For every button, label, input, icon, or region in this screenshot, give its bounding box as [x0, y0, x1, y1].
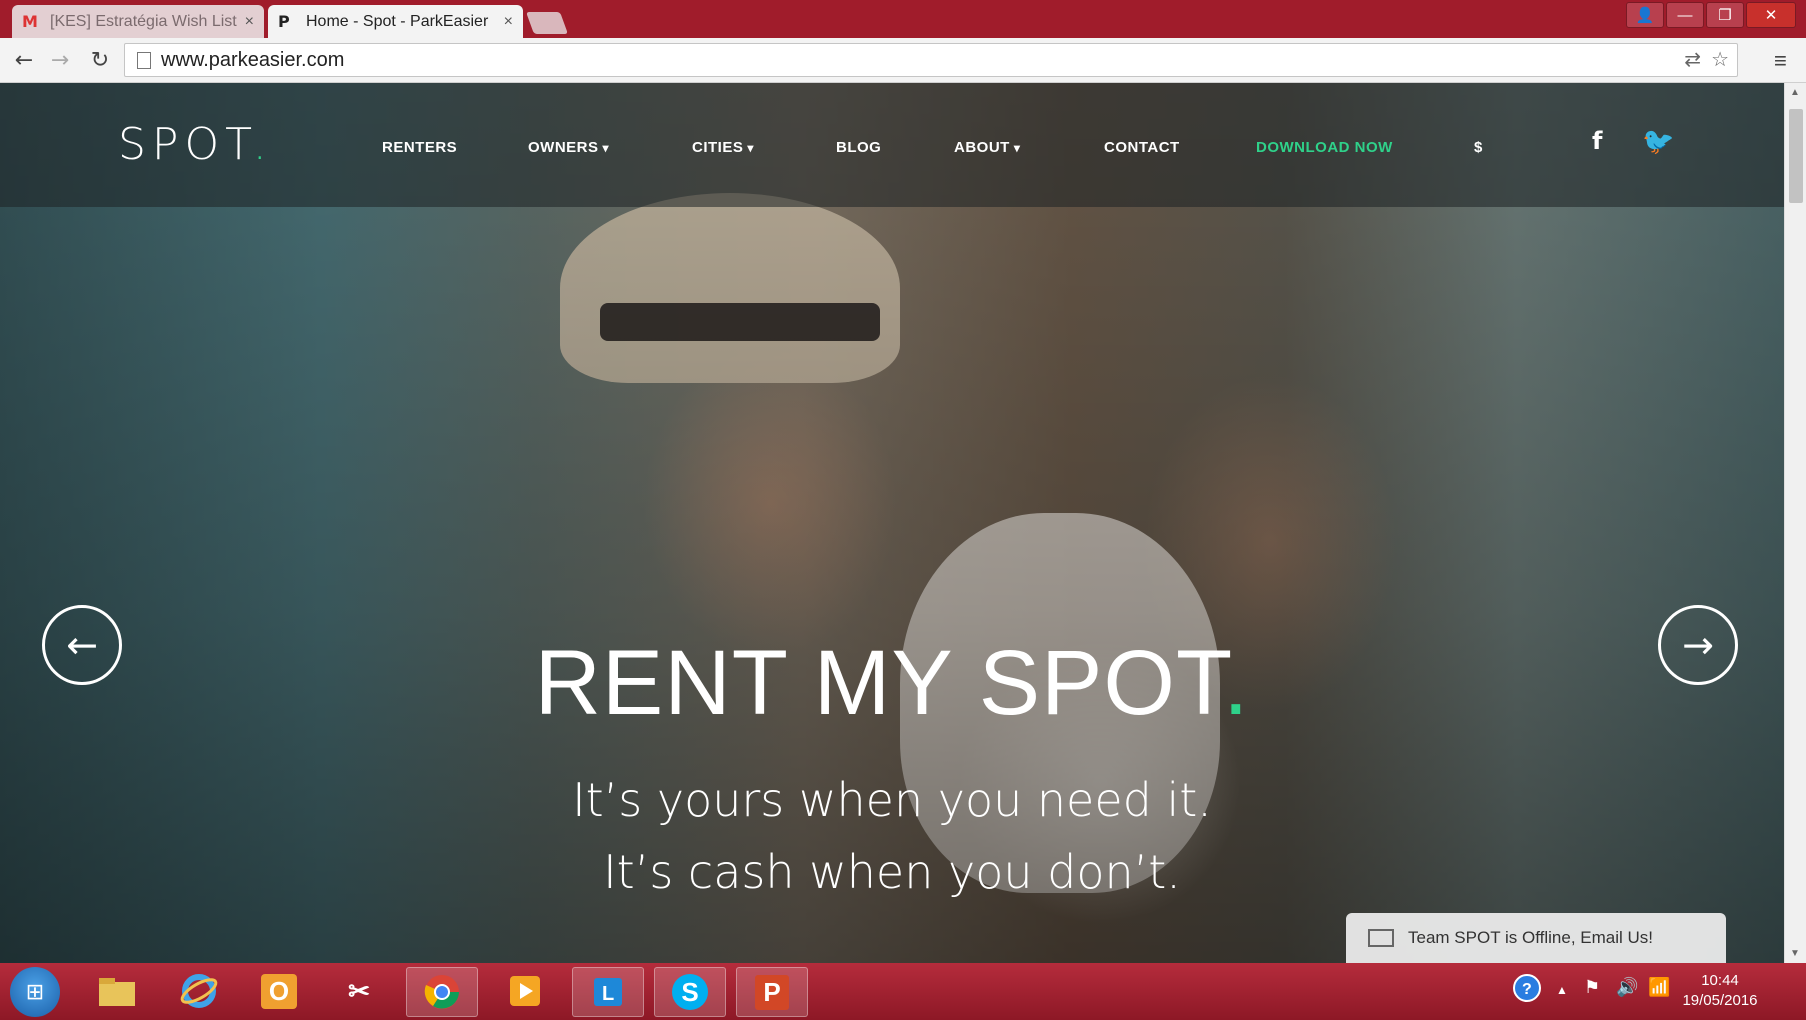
gmail-icon: M — [22, 12, 38, 31]
logo-text: SPOT — [118, 119, 253, 170]
clock-time: 10:44 — [1701, 972, 1739, 989]
page-scrollbar[interactable]: ▲ ▼ — [1784, 83, 1806, 963]
page-icon — [137, 51, 151, 69]
powerpoint-label: P — [755, 974, 789, 1010]
browser-menu-icon[interactable]: ≡ — [1774, 48, 1796, 74]
nav-label: DOWNLOAD NOW — [1256, 139, 1393, 156]
chevron-down-icon: ▾ — [1013, 141, 1021, 155]
nav-owners[interactable]: OWNERS ▾ — [528, 139, 609, 156]
window-controls: 👤 — ❐ ✕ — [1624, 2, 1796, 28]
tray-expand-icon[interactable]: ▲ — [1556, 983, 1568, 997]
minimize-button[interactable]: — — [1666, 2, 1704, 28]
snipping-tool-icon[interactable]: ✂ — [324, 967, 394, 1015]
nav-label: CONTACT — [1104, 139, 1180, 156]
close-window-button[interactable]: ✕ — [1746, 2, 1796, 28]
media-player-icon[interactable] — [490, 967, 560, 1015]
back-button[interactable]: ← — [10, 46, 38, 74]
hero-title-dot: . — [1222, 632, 1250, 734]
scroll-up-icon[interactable]: ▲ — [1790, 87, 1800, 98]
system-clock[interactable]: 10:44 19/05/2016 — [1660, 971, 1780, 1011]
tab-parkeasier[interactable]: P Home - Spot - ParkEasier × — [268, 5, 523, 38]
new-tab-button[interactable] — [525, 12, 569, 34]
facebook-icon[interactable]: f — [1592, 127, 1602, 155]
nav-label: BLOG — [836, 139, 882, 156]
hero-title-text: RENT MY SPOT — [534, 632, 1223, 734]
nav-blog[interactable]: BLOG — [836, 139, 881, 156]
nav-label: OWNERS — [528, 139, 599, 156]
windows-start-button[interactable]: ⊞ — [10, 967, 60, 1017]
browser-titlebar: M [KES] Estratégia Wish List × P Home - … — [0, 0, 1806, 38]
reload-button[interactable]: ↻ — [86, 46, 114, 74]
nav-contact[interactable]: CONTACT — [1104, 139, 1180, 156]
svg-text:?: ? — [1522, 981, 1532, 998]
outlook-label: O — [260, 973, 298, 1009]
hero-photo-overlay — [0, 83, 1784, 963]
nav-cities[interactable]: CITIES ▾ — [692, 139, 754, 156]
chrome-icon[interactable] — [406, 967, 478, 1017]
skype-icon[interactable]: S — [654, 967, 726, 1017]
nav-about[interactable]: ABOUT ▾ — [954, 139, 1020, 156]
forward-button[interactable]: → — [46, 46, 74, 74]
clock-date: 19/05/2016 — [1682, 992, 1758, 1009]
scrollbar-thumb[interactable] — [1789, 109, 1803, 203]
help-icon[interactable]: ? — [1512, 973, 1542, 1008]
lync-icon[interactable]: L — [572, 967, 644, 1017]
chat-text: Team SPOT is Offline, Email Us! — [1408, 928, 1653, 947]
volume-icon[interactable]: 🔊 — [1616, 977, 1638, 998]
logo-dot: . — [252, 119, 273, 170]
hero-subtitle-line2: It’s cash when you don’t. — [603, 845, 1181, 899]
nav-renters[interactable]: RENTERS — [382, 139, 457, 156]
page-viewport: SPOT. RENTERS OWNERS ▾ CITIES ▾ BLOG ABOUT… — [0, 83, 1784, 963]
tab-title: Home - Spot - ParkEasier — [306, 12, 489, 30]
outlook-icon[interactable]: O — [244, 967, 314, 1015]
url-text[interactable]: www.parkeasier.com — [161, 49, 344, 72]
svg-text:L: L — [602, 983, 614, 1005]
tab-gmail[interactable]: M [KES] Estratégia Wish List × — [12, 5, 264, 38]
parkeasier-favicon-icon: P — [278, 12, 290, 31]
windows-taskbar: ⊞ O ✂ L S P ? ▲ ⚑ 🔊 📶 10:44 19/05/2016 — [0, 963, 1806, 1020]
hero-title: RENT MY SPOT. — [0, 631, 1784, 736]
nav-currency[interactable]: $ — [1474, 139, 1483, 156]
translate-icon[interactable]: ⇄ — [1684, 47, 1701, 72]
skype-label: S — [672, 974, 708, 1010]
action-center-icon[interactable]: ⚑ — [1584, 977, 1600, 998]
tab-close-icon[interactable]: × — [504, 13, 513, 31]
nav-label: CITIES — [692, 139, 744, 156]
chevron-down-icon: ▾ — [602, 141, 610, 155]
powerpoint-icon[interactable]: P — [736, 967, 808, 1017]
nav-label: $ — [1474, 139, 1483, 156]
tab-title: [KES] Estratégia Wish List — [50, 12, 237, 30]
address-bar[interactable]: www.parkeasier.com ⇄ ☆ — [124, 43, 1738, 77]
nav-download-now[interactable]: DOWNLOAD NOW — [1256, 139, 1393, 156]
restore-button[interactable]: ❐ — [1706, 2, 1744, 28]
chevron-down-icon: ▾ — [747, 141, 754, 155]
browser-toolbar: ← → ↻ www.parkeasier.com ⇄ ☆ — [0, 38, 1806, 83]
mail-icon — [1368, 929, 1394, 947]
hero-subtitle-line1: It’s yours when you need it. — [572, 773, 1212, 827]
site-header: SPOT. RENTERS OWNERS ▾ CITIES ▾ BLOG ABOUT… — [0, 83, 1784, 207]
chat-widget[interactable]: Team SPOT is Offline, Email Us! — [1346, 913, 1726, 963]
nav-label: RENTERS — [382, 139, 458, 156]
internet-explorer-icon[interactable] — [164, 967, 234, 1015]
bookmark-star-icon[interactable]: ☆ — [1711, 47, 1729, 72]
user-icon[interactable]: 👤 — [1626, 2, 1664, 28]
nav-label: ABOUT — [954, 139, 1010, 156]
twitter-icon[interactable]: 🐦 — [1642, 127, 1674, 157]
tab-close-icon[interactable]: × — [245, 13, 254, 31]
scroll-down-icon[interactable]: ▼ — [1790, 948, 1800, 959]
file-explorer-icon[interactable] — [82, 967, 152, 1015]
site-logo[interactable]: SPOT. — [118, 119, 273, 170]
